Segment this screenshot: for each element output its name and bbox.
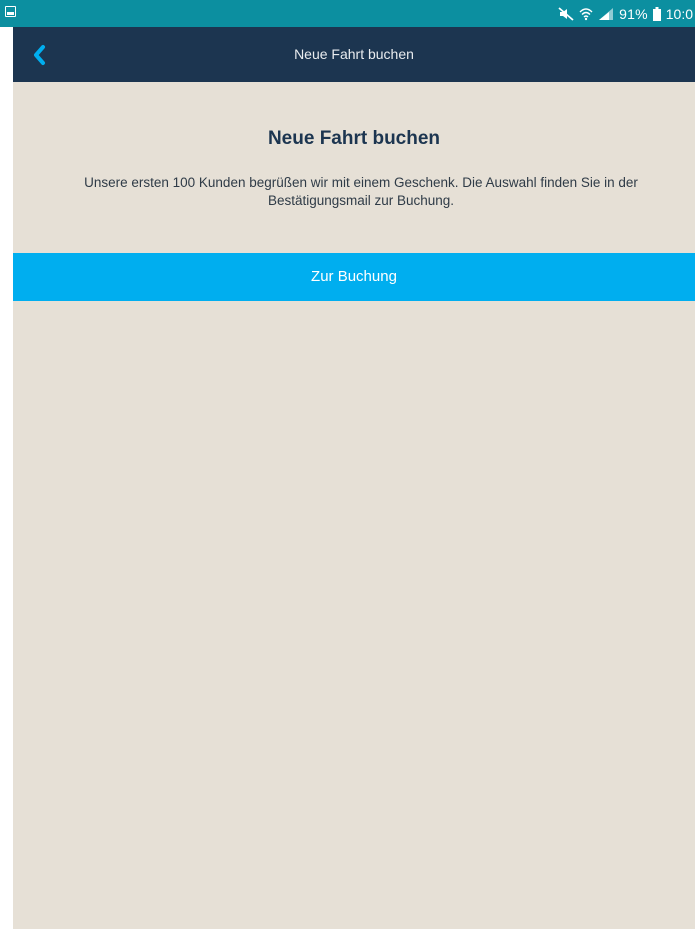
- screen-edge: [0, 0, 13, 929]
- battery-icon: [652, 6, 661, 21]
- gallery-icon: [5, 6, 16, 17]
- main-content: Neue Fahrt buchen Unsere ersten 100 Kund…: [13, 82, 695, 929]
- booking-button[interactable]: Zur Buchung: [13, 253, 695, 301]
- signal-icon: [598, 7, 614, 21]
- page-description: Unsere ersten 100 Kunden begrüßen wir mi…: [84, 175, 638, 208]
- status-bar: 91% 10:0: [0, 0, 695, 27]
- wifi-icon: [579, 7, 593, 21]
- mute-icon: [558, 6, 574, 21]
- nav-title: Neue Fahrt buchen: [294, 46, 414, 62]
- back-button[interactable]: [25, 41, 53, 69]
- chevron-left-icon: [34, 45, 45, 65]
- clock: 10:0: [665, 5, 693, 22]
- status-icons: 91% 10:0: [558, 0, 695, 27]
- nav-bar: Neue Fahrt buchen: [13, 27, 695, 82]
- battery-percent: 91%: [619, 5, 648, 22]
- page-title: Neue Fahrt buchen: [267, 128, 441, 149]
